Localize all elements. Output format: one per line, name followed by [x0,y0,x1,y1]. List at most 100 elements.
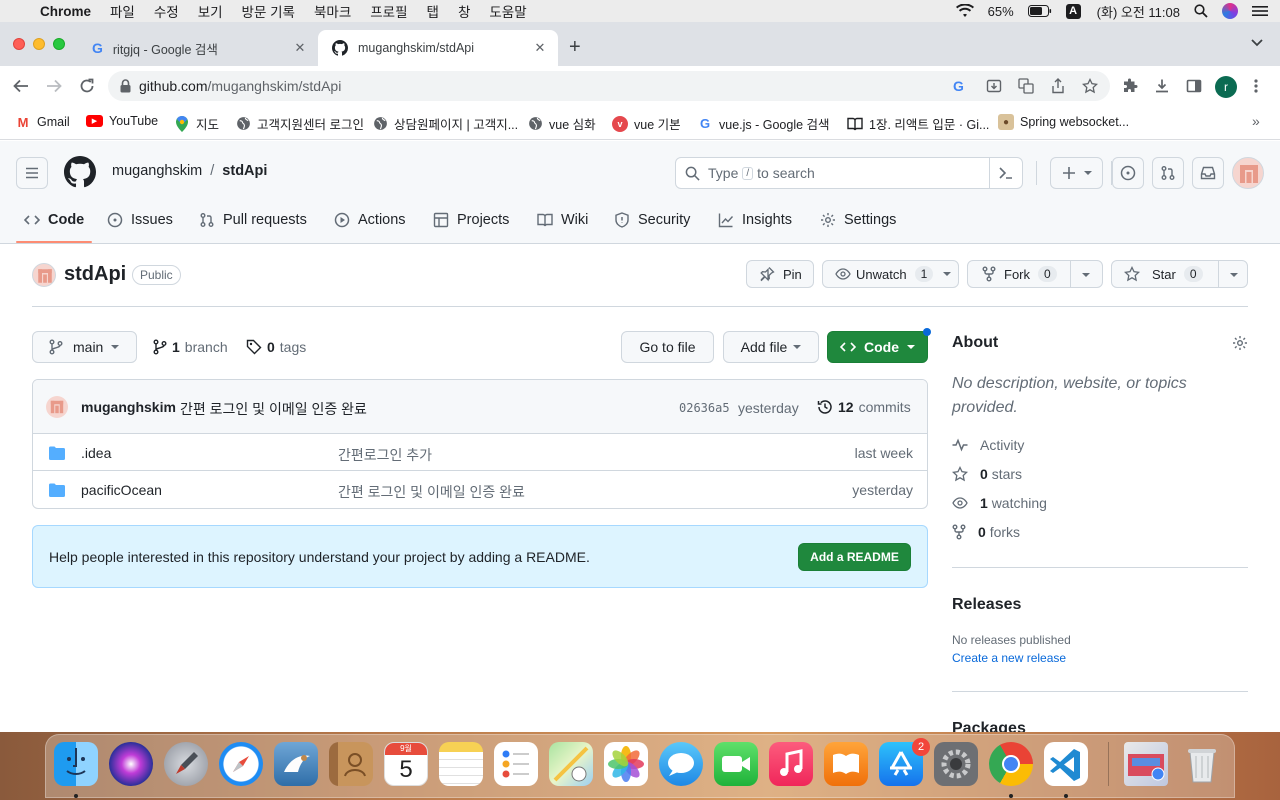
tab-github-repo[interactable]: muganghskim/stdApi ✕ [318,30,558,66]
profile-avatar[interactable]: r [1215,76,1237,98]
tab-settings[interactable]: Settings [820,212,896,228]
tab-issues[interactable]: Issues [107,212,173,228]
chrome-menu-icon[interactable] [1254,78,1258,94]
repo-title[interactable]: stdApi [64,263,126,286]
menu-history[interactable]: 방문 기록 [242,1,295,21]
code-download-button[interactable]: Code [827,331,928,363]
menu-file[interactable]: 파일 [110,1,135,21]
system-preferences-icon[interactable] [934,742,978,786]
commit-author[interactable]: muganghskim [81,399,176,415]
pin-button[interactable]: Pin [746,260,814,288]
branches-link[interactable]: 1 branch [153,339,228,355]
maps-icon[interactable] [549,742,593,786]
commit-author-avatar[interactable] [46,396,68,418]
menu-edit[interactable]: 수정 [154,1,179,21]
tab-pull-requests[interactable]: Pull requests [199,212,307,228]
menu-tab[interactable]: 탭 [427,1,439,21]
downloads-stack-icon[interactable] [1124,742,1168,786]
tab-close-icon[interactable]: ✕ [532,40,548,56]
file-commit-message[interactable]: 간편 로그인 및 이메일 인증 완료 [338,482,525,502]
photos-icon[interactable] [604,742,648,786]
bookmark-react-intro[interactable]: 1장. 리액트 입문 · Gi... [847,114,989,133]
menu-view[interactable]: 보기 [198,1,223,21]
issues-button[interactable] [1112,157,1144,189]
new-tab-button[interactable]: + [569,36,581,59]
tab-actions[interactable]: Actions [334,212,406,228]
bookmark-vue-advanced[interactable]: vue 심화 [527,114,596,133]
tab-wiki[interactable]: Wiki [537,212,588,228]
releases-title[interactable]: Releases [952,596,1021,614]
tags-link[interactable]: 0 tags [246,339,306,355]
calendar-icon[interactable]: 9월 5 [384,742,428,786]
bookmark-gmail[interactable]: M Gmail [15,114,70,130]
siri-menubar-icon[interactable] [1222,3,1238,19]
trash-icon[interactable] [1180,742,1224,786]
share-icon[interactable] [1050,78,1066,94]
contacts-icon[interactable] [329,742,373,786]
downloads-icon[interactable] [1154,78,1170,94]
file-name[interactable]: pacificOcean [81,482,162,498]
url-text[interactable]: github.com/muganghskim/stdApi [139,78,341,94]
menu-profiles[interactable]: 프로필 [370,1,407,21]
bookmarks-overflow-icon[interactable]: » [1252,113,1260,129]
github-logo-icon[interactable] [64,156,96,188]
bookmark-youtube[interactable]: ▶ YouTube [86,114,158,128]
hamburger-menu-button[interactable] [16,157,48,189]
file-name[interactable]: .idea [81,445,111,461]
mail-icon[interactable] [274,742,318,786]
pull-requests-button[interactable] [1152,157,1184,189]
install-app-icon[interactable] [986,78,1002,94]
reminders-icon[interactable] [494,742,538,786]
tab-code[interactable]: Code [24,212,84,228]
siri-icon[interactable] [109,742,153,786]
command-palette-icon[interactable] [989,158,1022,188]
menu-window[interactable]: 창 [458,1,470,21]
tab-search-chevron-icon[interactable] [1250,38,1264,48]
file-commit-message[interactable]: 간편로그인 추가 [338,445,432,465]
side-panel-icon[interactable] [1186,78,1202,94]
finder-icon[interactable] [54,742,98,786]
inbox-button[interactable] [1192,157,1224,189]
menu-help[interactable]: 도움말 [489,1,526,21]
books-icon[interactable] [824,742,868,786]
tab-google-search[interactable]: G ritgjq - Google 검색 ✕ [78,30,318,66]
bookmark-spring-websocket[interactable]: ● Spring websocket... [998,114,1129,130]
spotlight-search-icon[interactable] [1194,4,1208,18]
stars-link[interactable]: 0 stars [952,466,1022,482]
window-close-button[interactable] [13,38,25,50]
bookmark-maps[interactable]: 지도 [174,114,219,133]
menu-bookmarks[interactable]: 북마크 [314,1,351,21]
activity-link[interactable]: Activity [952,437,1024,453]
create-release-link[interactable]: Create a new release [952,651,1066,665]
bookmark-vue-google[interactable]: G vue.js - Google 검색 [697,114,830,133]
tab-insights[interactable]: Insights [718,212,792,228]
chrome-icon[interactable] [989,742,1033,786]
tab-security[interactable]: Security [614,212,690,228]
safari-icon[interactable] [219,742,263,786]
google-lens-icon[interactable]: G [953,78,964,94]
messages-icon[interactable] [659,742,703,786]
bookmark-vue-basic[interactable]: v vue 기본 [612,114,681,133]
star-button[interactable]: Star 0 [1111,260,1248,288]
user-avatar[interactable] [1232,157,1264,189]
address-bar[interactable]: github.com/muganghskim/stdApi G [108,71,1110,101]
bookmark-support-login[interactable]: 고객지원센터 로그인 [235,114,364,133]
go-to-file-button[interactable]: Go to file [621,331,714,363]
branch-select-button[interactable]: main [32,331,137,363]
menu-app-name[interactable]: Chrome [40,4,91,19]
window-zoom-button[interactable] [53,38,65,50]
menubar-clock[interactable]: (화) 오전 11:08 [1097,2,1180,21]
vscode-icon[interactable] [1044,742,1088,786]
reload-icon[interactable] [79,78,95,94]
tab-close-icon[interactable]: ✕ [292,40,308,56]
notes-icon[interactable] [439,742,483,786]
commit-sha[interactable]: 02636a5 [679,401,730,415]
create-new-button[interactable] [1050,157,1103,189]
control-center-icon[interactable] [1252,5,1268,17]
bookmark-star-icon[interactable] [1082,78,1098,94]
input-source-icon[interactable]: A [1065,3,1081,19]
search-input[interactable]: Type / to search [675,157,1023,189]
breadcrumb-repo[interactable]: stdApi [222,163,267,179]
wifi-icon[interactable] [955,4,974,18]
forward-arrow-icon[interactable] [46,78,62,94]
